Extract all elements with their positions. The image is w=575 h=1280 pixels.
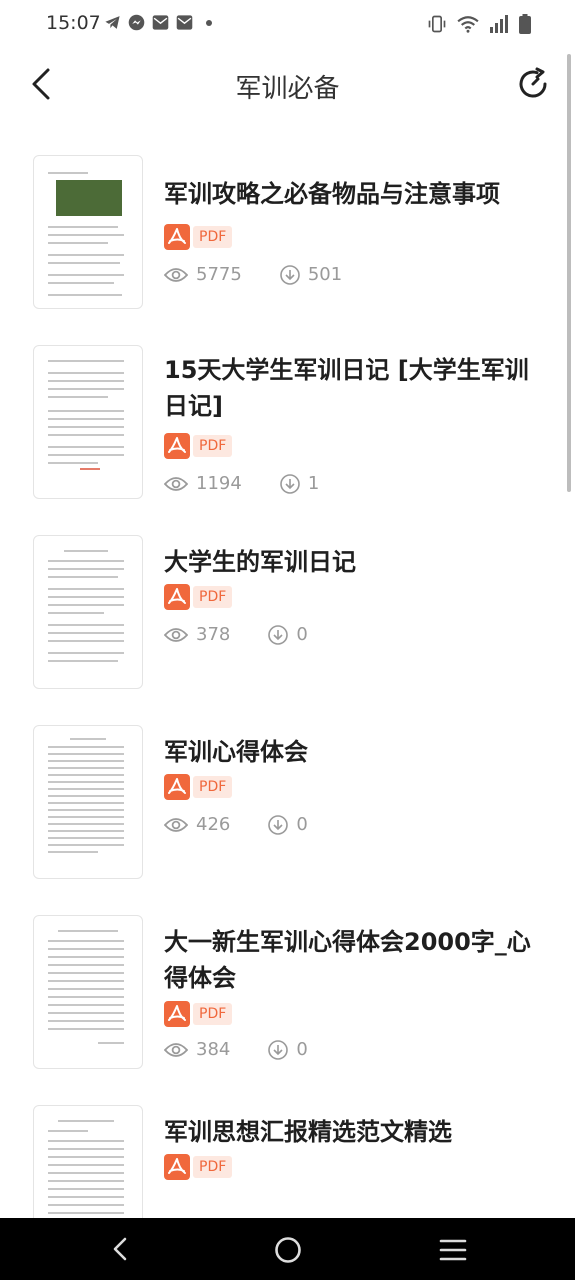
system-navigation-bar [0,1218,575,1280]
download-icon [280,473,300,494]
file-type-label: PDF [193,435,233,457]
download-count-value: 0 [296,814,308,835]
list-item[interactable]: 军训心得体会 PDF 426 0 [0,694,575,884]
nav-recents-button[interactable] [438,1238,468,1266]
status-time: 15:07 [46,12,101,34]
more-notifications-dot [206,19,212,26]
document-stats: 1194 1 [164,473,357,494]
pdf-icon [164,433,190,459]
download-count-value: 1 [307,473,320,494]
document-stats: 426 0 [164,814,346,835]
view-count-value: 5775 [196,264,242,285]
list-item[interactable]: 大学生的军训日记 PDF 378 0 [0,504,575,694]
view-count: 1194 [164,473,242,494]
app-header: 军训必备 [0,48,575,124]
view-count-value: 1194 [196,473,242,494]
messenger-icon [128,14,145,31]
file-type-label: PDF [193,586,233,608]
download-count: 1 [280,473,319,494]
pdf-icon [164,1001,190,1027]
eye-icon [164,817,188,832]
file-type-badge: PDF [164,1154,233,1180]
document-thumbnail [33,345,143,499]
file-type-label: PDF [193,776,233,798]
document-title[interactable]: 大学生的军训日记 [164,544,549,580]
document-list: 军训攻略之必备物品与注意事项 PDF 5775 501 15天大学生军训日记 [… [0,124,575,1264]
view-count: 378 [164,624,230,645]
eye-icon [164,1042,188,1057]
document-stats: 378 0 [164,624,346,645]
pdf-icon [164,1154,190,1180]
download-count: 0 [268,624,308,645]
download-count-value: 501 [307,264,343,285]
telegram-icon [105,16,120,29]
status-bar: 15:07 [0,0,575,48]
download-icon [268,1039,289,1060]
refresh-icon [519,67,547,98]
page-title: 军训必备 [235,74,340,104]
signal-icon [490,15,508,33]
document-title[interactable]: 军训心得体会 [164,734,549,770]
download-count: 0 [268,814,308,835]
mail-icon [176,15,193,30]
file-type-label: PDF [193,1156,233,1178]
system-icons [427,14,531,34]
eye-icon [164,267,188,282]
eye-icon [164,476,188,491]
refresh-button[interactable] [515,66,551,102]
download-icon [280,264,300,285]
file-type-badge: PDF [164,1001,233,1027]
notification-icons [104,14,212,31]
mail-icon [152,15,169,30]
pdf-icon [164,584,190,610]
download-icon [268,624,289,645]
view-count-value: 378 [196,624,231,645]
file-type-badge: PDF [164,224,233,250]
document-title[interactable]: 军训思想汇报精选范文精选 [164,1114,549,1150]
view-count: 384 [164,1039,230,1060]
eye-icon [164,627,188,642]
list-item[interactable]: 15天大学生军训日记 [大学生军训日记] PDF 1194 1 [0,314,575,504]
file-type-badge: PDF [164,433,233,459]
chevron-left-icon [113,1237,127,1261]
download-count-value: 0 [296,624,308,645]
list-item[interactable]: 军训攻略之必备物品与注意事项 PDF 5775 501 [0,124,575,314]
nav-back-button[interactable] [108,1236,134,1266]
file-type-badge: PDF [164,774,233,800]
document-thumbnail [33,155,143,309]
vibrate-icon [428,15,446,33]
document-title[interactable]: 15天大学生军训日记 [大学生军训日记] [164,352,549,424]
pdf-icon [164,224,190,250]
list-item[interactable]: 大一新生军训心得体会2000字_心得体会 PDF 384 0 [0,884,575,1074]
file-type-badge: PDF [164,584,233,610]
document-title[interactable]: 大一新生军训心得体会2000字_心得体会 [164,924,549,996]
nav-home-button[interactable] [274,1236,302,1268]
download-icon [268,814,289,835]
document-title[interactable]: 军训攻略之必备物品与注意事项 [164,176,549,212]
view-count-value: 426 [196,814,231,835]
document-stats: 384 0 [164,1039,346,1060]
file-type-label: PDF [193,226,233,248]
download-count-value: 0 [296,1039,308,1060]
document-stats: 5775 501 [164,264,380,285]
document-thumbnail [33,535,143,689]
wifi-icon [457,16,479,33]
download-count: 0 [268,1039,308,1060]
home-circle-icon [275,1237,301,1263]
view-count-value: 384 [196,1039,231,1060]
menu-icon [439,1239,467,1261]
pdf-icon [164,774,190,800]
file-type-label: PDF [193,1003,233,1025]
view-count: 426 [164,814,230,835]
download-count: 501 [280,264,342,285]
document-thumbnail [33,725,143,879]
view-count: 5775 [164,264,242,285]
battery-icon [519,14,531,34]
document-thumbnail [33,915,143,1069]
